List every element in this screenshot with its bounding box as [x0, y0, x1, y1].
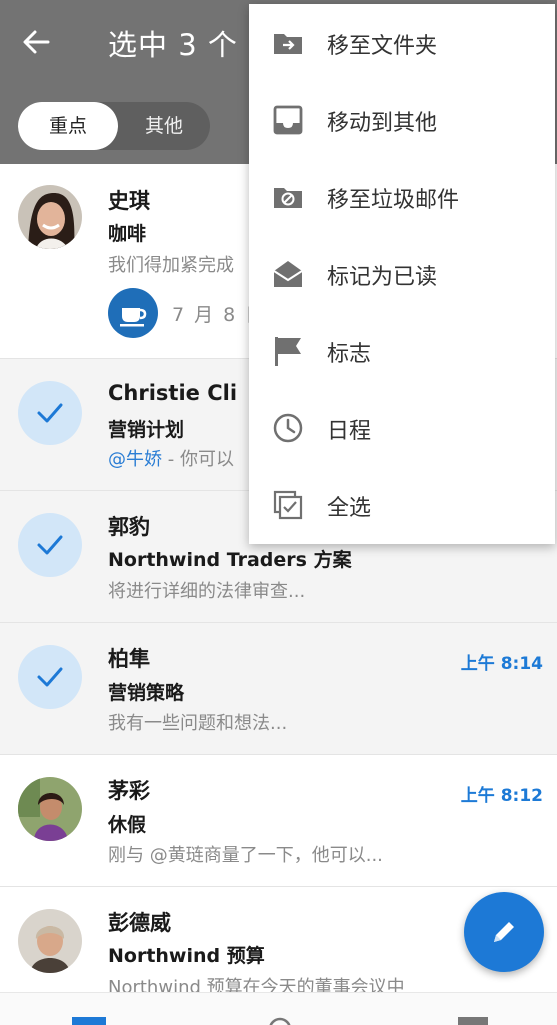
- menu-item-label: 标记为已读: [327, 265, 438, 290]
- menu-item-move-to-folder[interactable]: 移至文件夹: [249, 4, 555, 81]
- selection-count-title: 选中 3 个: [108, 28, 238, 62]
- sender-name: 柏隼: [108, 647, 150, 671]
- message-row[interactable]: 柏隼 上午 8:14 营销策略 我有一些问题和想法...: [0, 623, 557, 755]
- message-time: 上午 8:12: [460, 786, 543, 806]
- flag-icon: [275, 337, 301, 366]
- bottom-navigation: [0, 992, 557, 1025]
- message-row[interactable]: 茅彩 上午 8:12 休假 刚与 @黄琏商量了一下，他可以...: [0, 755, 557, 887]
- clock-icon: [273, 413, 303, 443]
- message-preview: 我们得加紧完成: [108, 255, 234, 276]
- inbox-filter-toggle: 重点 其他: [18, 102, 210, 150]
- avatar: [18, 777, 82, 841]
- message-preview: @牛娇 - 你可以: [108, 449, 234, 470]
- compose-button[interactable]: [464, 892, 544, 972]
- menu-item-label: 标志: [327, 342, 372, 367]
- select-all-icon: [273, 490, 303, 520]
- back-arrow-icon[interactable]: [18, 24, 54, 60]
- message-subject: Northwind 预算: [108, 945, 265, 967]
- selected-checkmark-icon[interactable]: [18, 645, 82, 709]
- mark-read-envelope-icon: [273, 261, 303, 287]
- sender-name: 史琪: [108, 189, 150, 213]
- sender-name: 郭豹: [108, 515, 150, 539]
- message-preview: 将进行详细的法律审查...: [108, 581, 306, 602]
- selected-checkmark-icon[interactable]: [18, 381, 82, 445]
- sender-name: 彭德威: [108, 911, 171, 935]
- move-to-other-icon: [273, 105, 303, 135]
- menu-item-mark-read[interactable]: 标记为已读: [249, 235, 555, 312]
- avatar: [18, 909, 82, 973]
- menu-item-label: 移至文件夹: [327, 34, 438, 59]
- message-preview: 刚与 @黄琏商量了一下，他可以...: [108, 845, 383, 866]
- sender-name: Christie Cli: [108, 381, 238, 405]
- selected-checkmark-icon[interactable]: [18, 513, 82, 577]
- menu-item-move-to-other[interactable]: 移动到其他: [249, 81, 555, 158]
- menu-item-label: 移动到其他: [327, 111, 438, 136]
- message-subject: 营销计划: [108, 419, 185, 441]
- tab-focused[interactable]: 重点: [18, 102, 118, 150]
- message-preview: 我有一些问题和想法...: [108, 713, 288, 734]
- sender-name: 茅彩: [108, 779, 150, 803]
- avatar: [18, 185, 82, 249]
- coffee-cup-icon: [108, 288, 158, 338]
- message-time: 上午 8:14: [460, 654, 543, 674]
- message-subject: 休假: [108, 814, 147, 836]
- mention-text: @牛娇: [108, 449, 162, 470]
- move-to-folder-icon: [274, 34, 302, 54]
- menu-item-flag[interactable]: 标志: [249, 312, 555, 389]
- message-subject: 营销策略: [108, 682, 185, 704]
- context-menu: 移至文件夹 移动到其他 移至垃圾邮件 标记为已读 标志 日程 全选: [249, 4, 555, 544]
- menu-item-schedule[interactable]: 日程: [249, 389, 555, 466]
- message-subject: Northwind Traders 方案: [108, 549, 352, 571]
- menu-item-label: 日程: [327, 419, 372, 444]
- message-subject: 咖啡: [108, 223, 147, 245]
- menu-item-move-to-junk[interactable]: 移至垃圾邮件: [249, 158, 555, 235]
- pencil-icon: [494, 922, 514, 942]
- menu-item-label: 移至垃圾邮件: [327, 188, 460, 213]
- tab-other[interactable]: 其他: [118, 102, 210, 150]
- menu-item-select-all[interactable]: 全选: [249, 466, 555, 543]
- junk-folder-icon: [274, 188, 302, 208]
- menu-item-label: 全选: [327, 496, 372, 521]
